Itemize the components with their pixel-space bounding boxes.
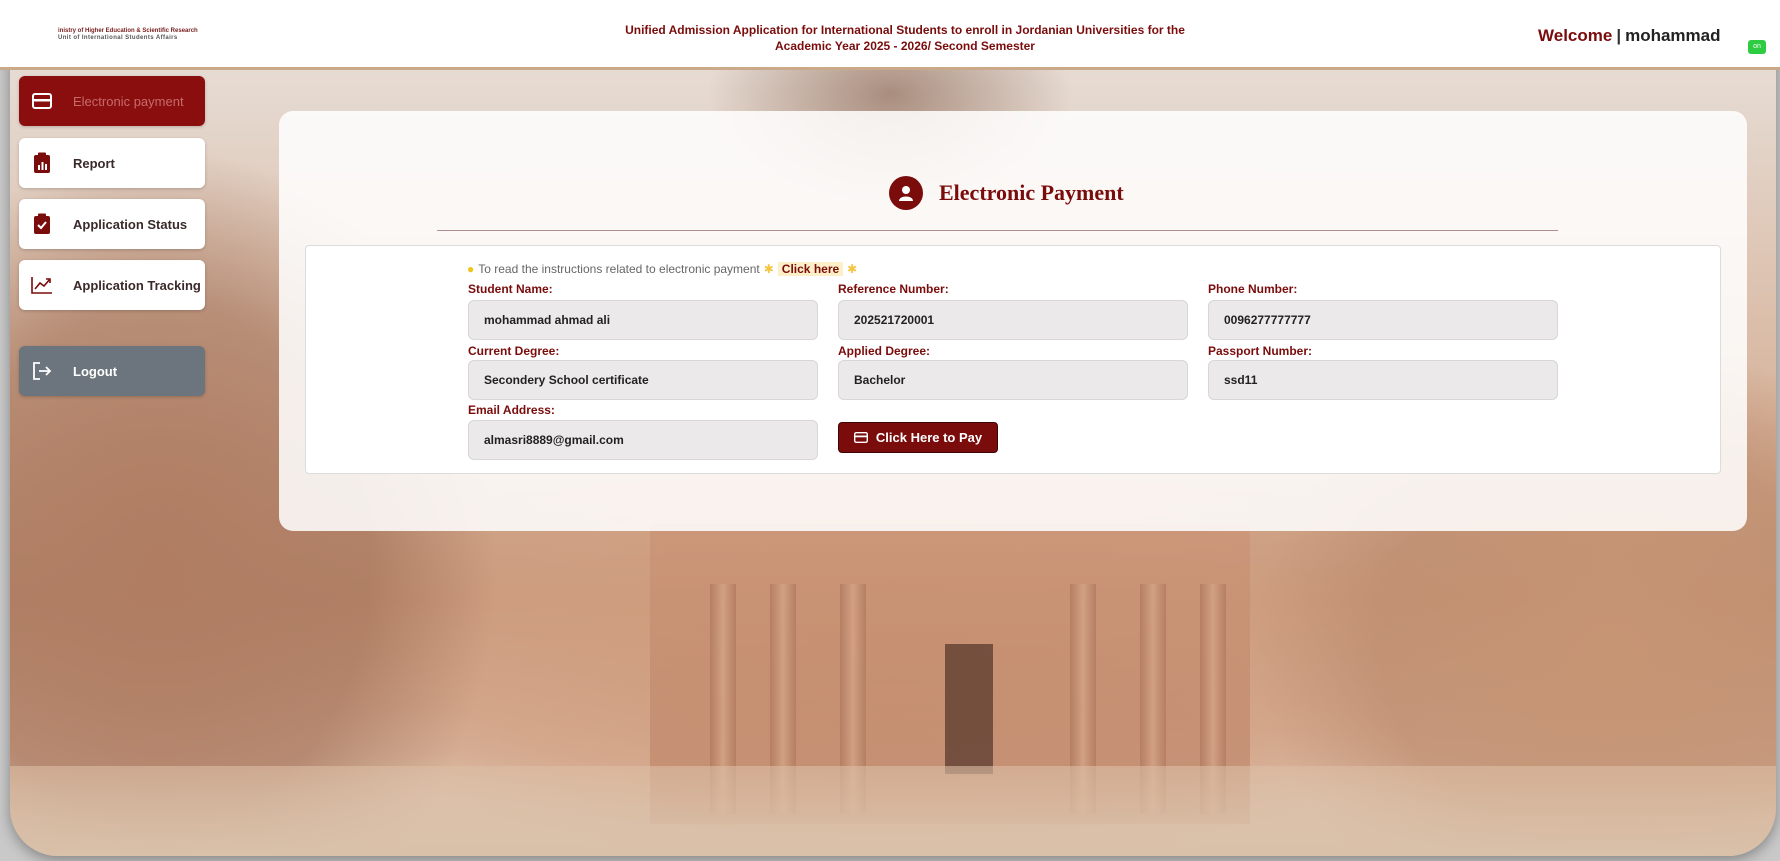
- sidebar-item-report[interactable]: Report: [19, 138, 205, 188]
- sidebar-item-application-status[interactable]: Application Status: [19, 199, 205, 249]
- chart-line-icon: [31, 274, 53, 296]
- phone-number-field: 0096277777777: [1208, 300, 1558, 340]
- sparkle-icon: ✱: [763, 262, 774, 276]
- passport-number-field: ssd11: [1208, 360, 1558, 400]
- pay-button[interactable]: Click Here to Pay: [838, 422, 998, 453]
- logout-button[interactable]: Logout: [19, 346, 205, 396]
- student-name-field: mohammad ahmad ali: [468, 300, 818, 340]
- lightbulb-icon: ●: [467, 262, 475, 276]
- ministry-logo: inistry of Higher Education & Scientific…: [58, 28, 198, 41]
- applied-degree-label: Applied Degree:: [838, 344, 931, 358]
- clipboard-check-icon: [31, 213, 53, 235]
- email-field: almasri8889@gmail.com: [468, 420, 818, 460]
- current-degree-field: Secondery School certificate: [468, 360, 818, 400]
- reference-number-label: Reference Number:: [838, 282, 949, 296]
- online-status-badge: on: [1748, 40, 1766, 54]
- payment-instructions: ● To read the instructions related to el…: [467, 262, 858, 276]
- sparkle-icon: ✱: [847, 262, 858, 276]
- username: mohammad: [1625, 26, 1721, 45]
- current-degree-label: Current Degree:: [468, 344, 560, 358]
- applied-degree-field: Bachelor: [838, 360, 1188, 400]
- sidebar-item-electronic-payment[interactable]: Electronic payment: [19, 76, 205, 126]
- page-title: Electronic Payment: [889, 176, 1124, 210]
- top-header: inistry of Higher Education & Scientific…: [0, 0, 1780, 70]
- report-icon: [31, 152, 53, 174]
- email-label: Email Address:: [468, 403, 555, 417]
- user-avatar-icon: [889, 176, 923, 210]
- reference-number-field: 202521720001: [838, 300, 1188, 340]
- credit-card-icon: [853, 432, 868, 443]
- card-icon: [31, 90, 53, 112]
- logout-icon: [31, 360, 53, 382]
- instructions-link[interactable]: Click here: [777, 262, 844, 276]
- title-divider: [437, 230, 1558, 231]
- passport-number-label: Passport Number:: [1208, 344, 1313, 358]
- sidebar-item-application-tracking[interactable]: Application Tracking: [19, 260, 205, 310]
- phone-number-label: Phone Number:: [1208, 282, 1298, 296]
- welcome-text: Welcome | mohammad: [1538, 26, 1721, 45]
- page-header-title: Unified Admission Application for Intern…: [625, 23, 1185, 53]
- student-name-label: Student Name:: [468, 282, 553, 296]
